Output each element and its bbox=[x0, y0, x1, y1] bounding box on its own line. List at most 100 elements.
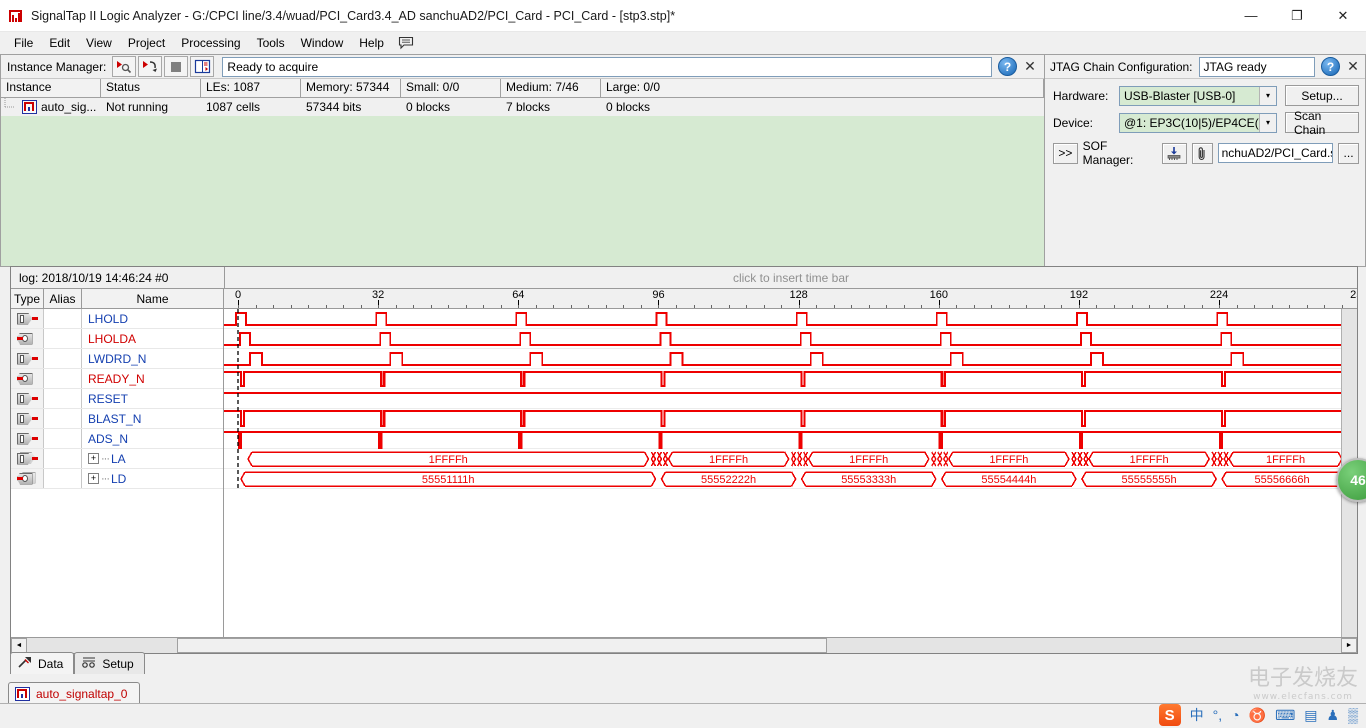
signal-alias[interactable] bbox=[44, 349, 82, 368]
signal-label: LD bbox=[111, 471, 127, 486]
signal-alias[interactable] bbox=[44, 329, 82, 348]
instance-manager-close-icon[interactable]: ✕ bbox=[1021, 58, 1039, 76]
signal-name[interactable]: LWDRD_N bbox=[82, 349, 223, 368]
bus-value-label: 1FFFFh bbox=[709, 454, 748, 466]
scroll-right-arrow-icon[interactable]: ► bbox=[1341, 638, 1357, 653]
signal-alias[interactable] bbox=[44, 309, 82, 328]
device-select[interactable]: @1: EP3C(10|5)/EP4CE(10|6) ▾ bbox=[1119, 112, 1277, 133]
col-memory[interactable]: Memory: 57344 bbox=[301, 79, 401, 98]
signal-name[interactable]: BLAST_N bbox=[82, 409, 223, 428]
ime-voice-icon[interactable]: ♉ bbox=[1249, 707, 1266, 724]
col-status[interactable]: Status bbox=[101, 79, 201, 98]
waveform-traces: 1FFFFh 1FFFFh 1FFFFh 1FFFFh 1FFFFh 1FFFFh 5555… bbox=[224, 309, 1342, 489]
signal-name[interactable]: RESET bbox=[82, 389, 223, 408]
menu-file[interactable]: File bbox=[6, 34, 41, 52]
speech-bubble-icon[interactable] bbox=[398, 36, 414, 50]
close-button[interactable]: ✕ bbox=[1320, 0, 1366, 32]
signal-name[interactable]: READY_N bbox=[82, 369, 223, 388]
waveform-canvas[interactable]: 1FFFFh 1FFFFh 1FFFFh 1FFFFh 1FFFFh 1FFFFh 5555… bbox=[224, 309, 1357, 637]
signal-alias[interactable] bbox=[44, 429, 82, 448]
time-ruler[interactable]: 0326496128160192224256288320352384416448… bbox=[224, 289, 1357, 308]
col-header-name[interactable]: Name bbox=[82, 289, 224, 308]
expand-toggle-icon[interactable]: + bbox=[88, 453, 99, 464]
menu-help[interactable]: Help bbox=[351, 34, 392, 52]
menu-project[interactable]: Project bbox=[120, 34, 173, 52]
expand-toggle-icon[interactable]: + bbox=[88, 473, 99, 484]
hardware-select[interactable]: USB-Blaster [USB-0] ▾ bbox=[1119, 85, 1277, 106]
help-icon[interactable]: ? bbox=[998, 57, 1017, 76]
program-device-icon[interactable] bbox=[1162, 142, 1187, 164]
tab-auto-signaltap-0[interactable]: auto_signaltap_0 bbox=[8, 682, 141, 704]
ime-keyboard-icon[interactable]: ⌨ bbox=[1275, 707, 1295, 724]
signal-row[interactable]: READY_N bbox=[11, 369, 223, 389]
signal-alias[interactable] bbox=[44, 369, 82, 388]
jtag-help-icon[interactable]: ? bbox=[1321, 57, 1340, 76]
signal-row[interactable]: RESET bbox=[11, 389, 223, 409]
minimize-button[interactable]: — bbox=[1228, 0, 1274, 32]
scroll-thumb[interactable] bbox=[177, 638, 827, 653]
signal-alias[interactable] bbox=[44, 409, 82, 428]
signal-row[interactable]: + ··· LA bbox=[11, 449, 223, 469]
insert-time-bar-hint[interactable]: click to insert time bar bbox=[225, 267, 1357, 288]
tab-setup[interactable]: Setup bbox=[74, 652, 145, 674]
signal-name[interactable]: LHOLDA bbox=[82, 329, 223, 348]
signal-row[interactable]: LWDRD_N bbox=[11, 349, 223, 369]
signal-name[interactable]: + ··· LD bbox=[82, 469, 223, 488]
ime-lang-icon[interactable]: 中 bbox=[1190, 705, 1204, 725]
signal-row[interactable]: LHOLD bbox=[11, 309, 223, 329]
scroll-left-arrow-icon[interactable]: ◄ bbox=[11, 638, 27, 653]
signal-name[interactable]: ADS_N bbox=[82, 429, 223, 448]
attach-sof-icon[interactable] bbox=[1191, 142, 1213, 164]
read-data-icon[interactable] bbox=[190, 56, 215, 77]
col-les[interactable]: LEs: 1087 bbox=[201, 79, 301, 98]
jtag-close-icon[interactable]: ✕ bbox=[1344, 58, 1362, 76]
chevron-down-icon[interactable]: ▾ bbox=[1259, 86, 1276, 105]
menu-processing[interactable]: Processing bbox=[173, 34, 248, 52]
chevron-down-icon[interactable]: ▾ bbox=[1259, 113, 1276, 132]
ruler-minor-tick bbox=[1096, 305, 1098, 308]
ruler-minor-tick bbox=[1078, 305, 1080, 308]
menu-tools[interactable]: Tools bbox=[249, 34, 293, 52]
signal-alias[interactable] bbox=[44, 389, 82, 408]
ime-toolbox-icon[interactable]: ♟ bbox=[1327, 707, 1340, 724]
ime-panel-icon[interactable]: ▤ bbox=[1304, 707, 1317, 724]
tab-data[interactable]: Data bbox=[10, 652, 75, 674]
sof-file-field[interactable]: nchuAD2/PCI_Card.sof bbox=[1217, 143, 1334, 163]
sogou-ime-icon[interactable]: S bbox=[1158, 704, 1181, 726]
col-header-type[interactable]: Type bbox=[11, 289, 44, 308]
scroll-track[interactable] bbox=[27, 638, 1341, 653]
menu-edit[interactable]: Edit bbox=[41, 34, 78, 52]
signal-row[interactable]: LHOLDA bbox=[11, 329, 223, 349]
signal-alias[interactable] bbox=[44, 469, 82, 488]
ime-mode-icon[interactable]: ◔ bbox=[1231, 707, 1239, 723]
col-header-alias[interactable]: Alias bbox=[44, 289, 82, 308]
ime-menu-icon[interactable]: ▒ bbox=[1348, 707, 1358, 723]
run-analysis-icon[interactable] bbox=[112, 56, 137, 77]
browse-sof-button[interactable]: ... bbox=[1338, 142, 1359, 164]
maximize-button[interactable]: ❐ bbox=[1274, 0, 1320, 32]
col-instance[interactable]: Instance bbox=[1, 79, 101, 98]
col-large[interactable]: Large: 0/0 bbox=[601, 79, 1044, 98]
scan-chain-button[interactable]: Scan Chain bbox=[1285, 109, 1359, 137]
expand-sof-button[interactable]: >> bbox=[1053, 142, 1078, 164]
menu-view[interactable]: View bbox=[78, 34, 120, 52]
menu-window[interactable]: Window bbox=[293, 34, 352, 52]
instance-manager-panel: Instance Manager: Ready to acquire ? ✕ I… bbox=[0, 54, 1044, 267]
stop-analysis-icon[interactable] bbox=[164, 56, 189, 77]
signal-name[interactable]: LHOLD bbox=[82, 309, 223, 328]
ime-punctuation-icon[interactable]: °, bbox=[1213, 707, 1223, 723]
table-row[interactable]: auto_sig... Not running 1087 cells 57344… bbox=[1, 98, 1044, 116]
signal-row[interactable]: BLAST_N bbox=[11, 409, 223, 429]
window-controls: — ❐ ✕ bbox=[1228, 0, 1366, 32]
signal-name[interactable]: + ··· LA bbox=[82, 449, 223, 468]
signal-row[interactable]: ADS_N bbox=[11, 429, 223, 449]
col-medium[interactable]: Medium: 7/46 bbox=[501, 79, 601, 98]
ruler-minor-tick bbox=[1026, 305, 1028, 308]
waveform-hscrollbar[interactable]: ◄ ► bbox=[11, 637, 1357, 653]
signal-alias[interactable] bbox=[44, 449, 82, 468]
setup-button[interactable]: Setup... bbox=[1285, 85, 1359, 106]
waveform-trace bbox=[224, 430, 1342, 450]
col-small[interactable]: Small: 0/0 bbox=[401, 79, 501, 98]
autorun-analysis-icon[interactable] bbox=[138, 56, 163, 77]
signal-row[interactable]: + ··· LD bbox=[11, 469, 223, 489]
